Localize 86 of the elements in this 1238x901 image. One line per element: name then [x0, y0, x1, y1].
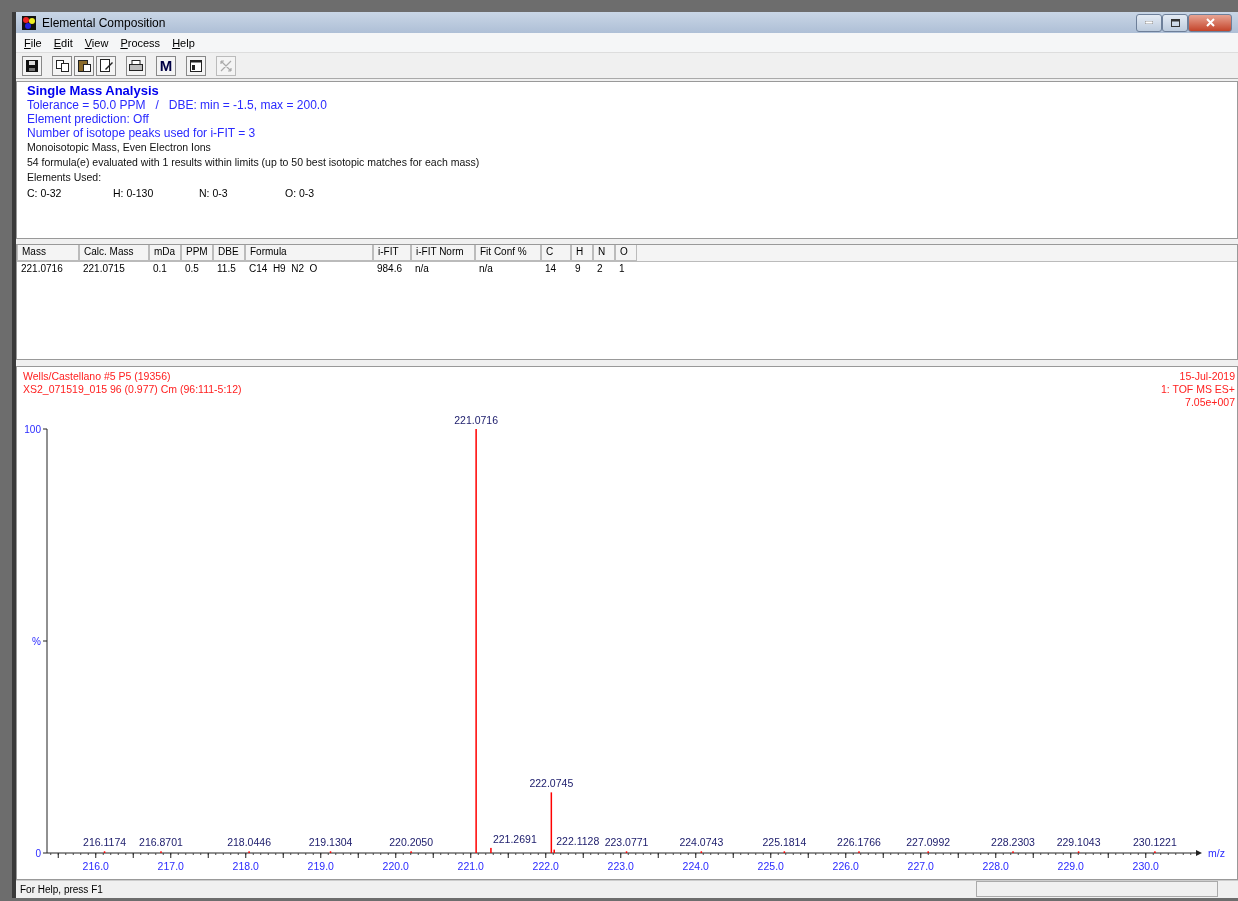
- table-cell-text: 0.1: [152, 262, 168, 277]
- column-header[interactable]: O: [615, 245, 637, 262]
- panel-heading: Single Mass Analysis: [27, 84, 160, 99]
- x-tick-label: 228.0: [982, 859, 1009, 872]
- spectrum-info: XS2_071519_015 96 (0.977) Cm (96:111-5:12): [23, 382, 242, 396]
- peak-label: 228.2303: [991, 835, 1035, 848]
- info-line: 54 formula(e) evaluated with 1 results within limits (up to 50 best isotopic matches for each mass): [27, 155, 481, 171]
- info-line: Monoisotopic Mass, Even Electron Ions: [27, 140, 212, 156]
- peak-label: 225.1814: [762, 835, 807, 848]
- peak-label: 221.0716: [454, 413, 498, 426]
- peak-label: 226.1766: [837, 835, 881, 848]
- x-tick-label: 225.0: [757, 859, 784, 872]
- element-range: H: 0-130: [113, 187, 155, 200]
- peak-label: 216.8701: [139, 835, 183, 848]
- peak-label: 222.1128: [556, 834, 600, 847]
- peak-label: 224.0743: [679, 835, 724, 848]
- x-tick-label: 222.0: [532, 859, 559, 872]
- menu-item[interactable]: File: [20, 35, 46, 50]
- status-text: For Help, press F1: [19, 883, 104, 895]
- menu-item[interactable]: Edit: [49, 35, 77, 50]
- x-tick-label: 227.0: [907, 859, 934, 872]
- peak-label: 218.0446: [227, 835, 271, 848]
- x-tick-label: 223.0: [607, 859, 634, 872]
- peak-label: 220.2050: [389, 835, 433, 848]
- peak-label: 219.1304: [308, 835, 353, 848]
- element-range: N: 0-3: [199, 187, 229, 200]
- column-header[interactable]: i-FIT: [373, 245, 411, 262]
- spectrum-info: 1: TOF MS ES+: [1161, 382, 1235, 396]
- y-tick-label: %: [32, 635, 41, 647]
- window-title: Elemental Composition: [42, 15, 167, 30]
- column-header[interactable]: Calc. Mass: [79, 245, 149, 262]
- table-cell-text: 14: [544, 262, 558, 277]
- table-cell-text: n/a: [478, 262, 494, 277]
- y-tick-label: 0: [35, 847, 41, 859]
- table-cell-text: 0.5: [184, 262, 200, 277]
- table-cell-text: n/a: [414, 262, 430, 277]
- x-tick-label: 221.0: [457, 859, 484, 872]
- column-header[interactable]: Mass: [17, 245, 79, 262]
- peak-label: 223.0771: [604, 835, 649, 848]
- x-tick-label: 224.0: [682, 859, 709, 872]
- menu-item[interactable]: Help: [168, 35, 199, 50]
- info-line: Element prediction: Off: [27, 112, 150, 127]
- y-tick-label: 100: [24, 423, 41, 435]
- column-header[interactable]: mDa: [149, 245, 181, 262]
- column-header[interactable]: N: [593, 245, 615, 262]
- menu-item[interactable]: Process: [116, 35, 165, 50]
- column-header[interactable]: DBE: [213, 245, 245, 262]
- table-cell-text: 2: [596, 262, 604, 277]
- x-tick-label: 229.0: [1057, 859, 1084, 872]
- info-line: Number of isotope peaks used for i-FIT = 3: [27, 126, 257, 141]
- column-header[interactable]: Fit Conf %: [475, 245, 541, 262]
- info-line: Tolerance = 50.0 PPM / DBE: min = -1.5, max = 200.0: [27, 98, 328, 113]
- table-cell-text: 984.6: [376, 262, 404, 277]
- x-axis-label: m/z: [1208, 846, 1225, 859]
- element-range: O: 0-3: [285, 187, 316, 200]
- x-tick-label: 218.0: [232, 859, 259, 872]
- x-tick-label: 226.0: [832, 859, 859, 872]
- table-cell-text: 221.0716: [20, 262, 64, 277]
- spectrum-info: 7.05e+007: [1185, 395, 1235, 409]
- column-header[interactable]: C: [541, 245, 571, 262]
- peak-label: 227.0992: [906, 835, 951, 848]
- peak-label: 229.1043: [1056, 835, 1101, 848]
- column-header[interactable]: i-FIT Norm: [411, 245, 475, 262]
- x-tick-label: 219.0: [307, 859, 334, 872]
- toolbar-button[interactable]: M: [156, 55, 176, 76]
- column-header[interactable]: Formula: [245, 245, 373, 262]
- x-tick-label: 217.0: [157, 859, 184, 872]
- x-tick-label: 230.0: [1132, 859, 1159, 872]
- menu-item[interactable]: View: [80, 35, 113, 50]
- column-header[interactable]: PPM: [181, 245, 213, 262]
- spectrum-info: Wells/Castellano #5 P5 (19356): [23, 369, 172, 383]
- peak-label: 216.1174: [83, 835, 127, 848]
- column-header[interactable]: H: [571, 245, 593, 262]
- info-line: Elements Used:: [27, 170, 103, 186]
- table-cell-text: 221.0715: [82, 262, 126, 277]
- table-cell-text: 1: [618, 262, 626, 277]
- x-tick-label: 216.0: [82, 859, 109, 872]
- table-cell-text: C14 H9 N2 O: [248, 262, 319, 277]
- peak-label: 222.0745: [529, 777, 574, 790]
- peak-label: 221.2691: [492, 832, 537, 845]
- x-tick-label: 220.0: [382, 859, 409, 872]
- table-cell-text: 11.5: [216, 262, 237, 277]
- spectrum-info: 15-Jul-2019: [1179, 369, 1235, 383]
- table-cell-text: 9: [574, 262, 582, 277]
- peak-label: 230.1221: [1133, 835, 1177, 848]
- element-range: C: 0-32: [27, 187, 63, 200]
